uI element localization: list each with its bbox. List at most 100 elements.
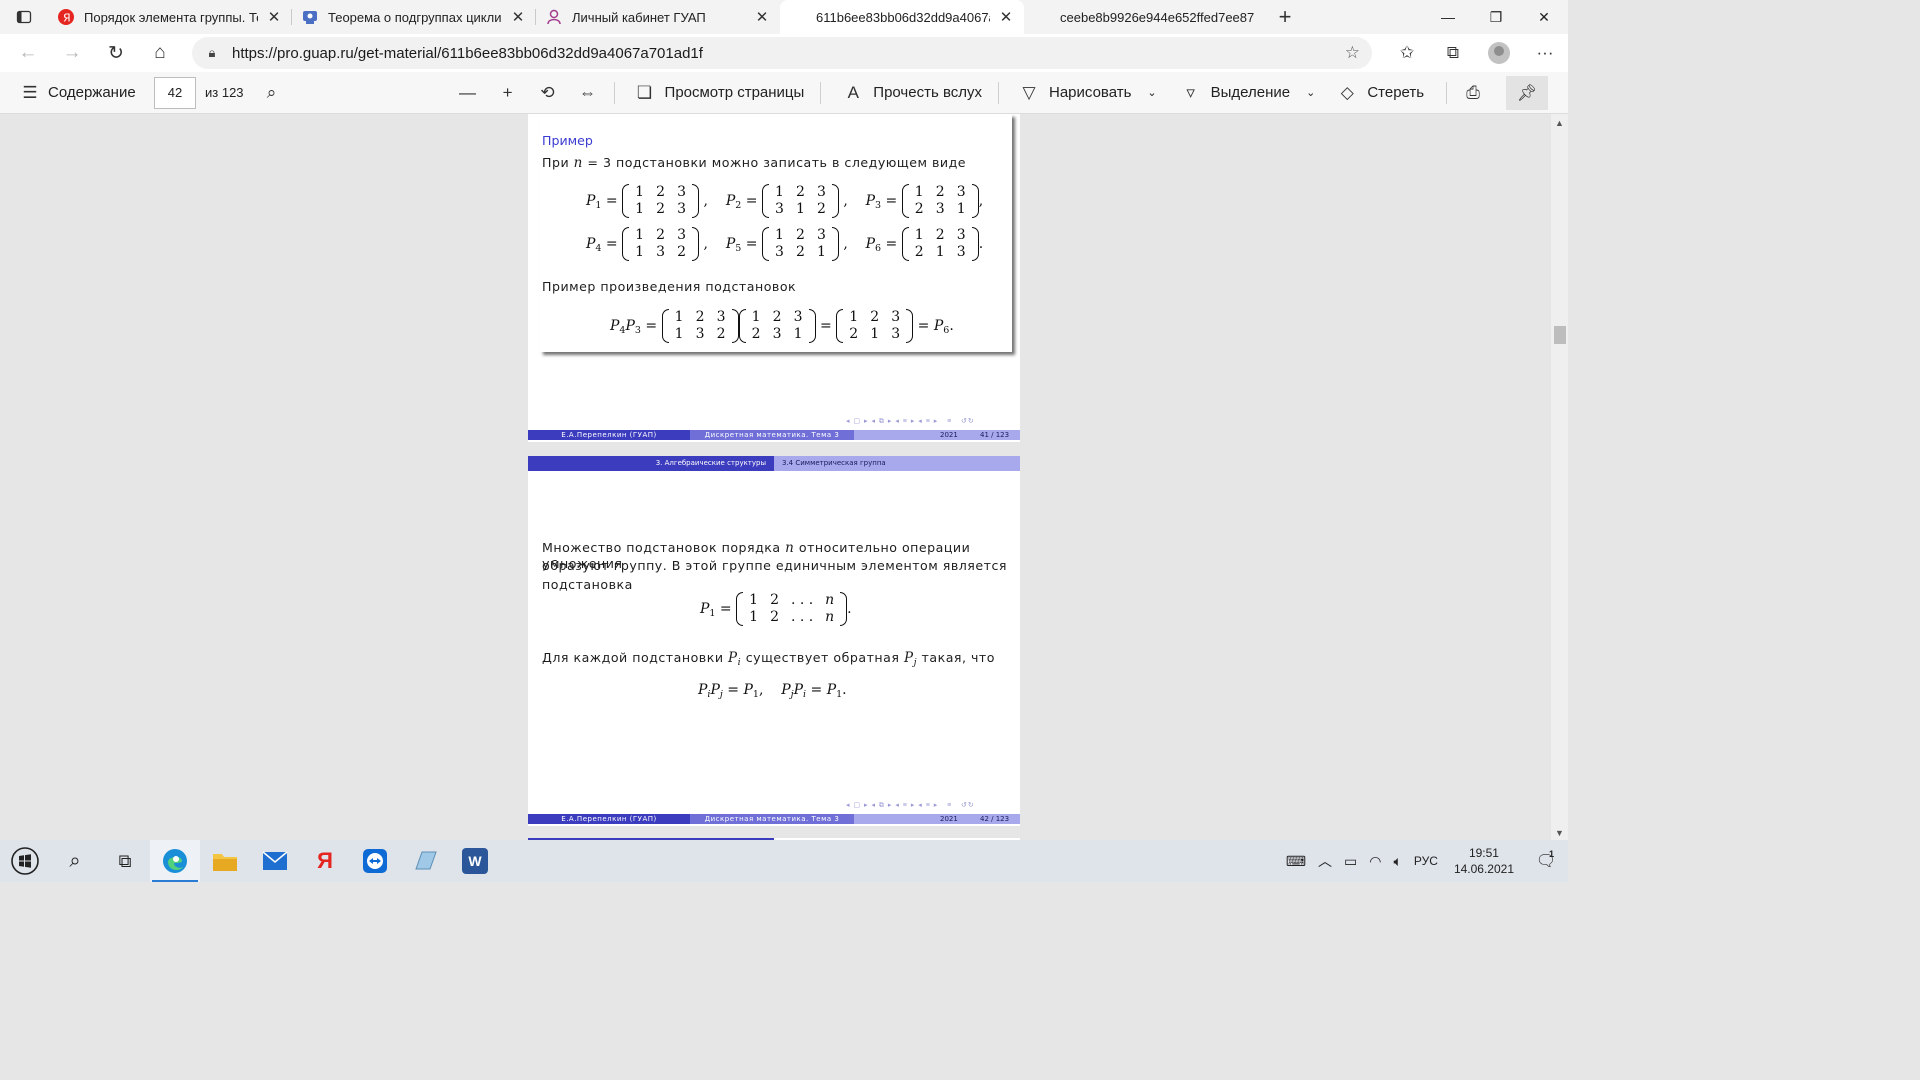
browser-tab-active[interactable]: 611b6ee83bb06d32dd9a4067a7 ✕	[780, 0, 1024, 34]
taskbar-mail[interactable]	[250, 840, 300, 882]
scroll-down-icon[interactable]: ▼	[1555, 828, 1564, 838]
scrollbar-thumb[interactable]	[1554, 326, 1566, 344]
beamer-nav-icons[interactable]: ◂ ▢ ▸ ◂ ⧉ ▸ ◂ ≡ ▸ ◂ ≡ ▸ ≡ ↺↻	[846, 801, 975, 810]
para1-line2: образуют группу. В этой группе единичным…	[542, 558, 1007, 573]
toolbar-divider	[1446, 81, 1448, 104]
toolbar-divider	[613, 81, 615, 104]
slide-footer: Е.А.Перепелкин (ГУАП) Дискретная математ…	[528, 814, 1020, 824]
search-taskbar-button[interactable]: ⌕	[50, 840, 100, 882]
close-tab-icon[interactable]: ✕	[998, 8, 1014, 26]
formula-identity: P1 = 12. . .n12. . .n.	[700, 592, 852, 626]
rotate-button[interactable]: ⟲	[536, 72, 560, 114]
task-view-icon: ⧉	[118, 850, 132, 871]
refresh-button[interactable]: ↻	[94, 36, 138, 70]
erase-button[interactable]: ◇ Стереть	[1335, 72, 1424, 114]
clock-time: 19:51	[1468, 846, 1499, 860]
close-window-button[interactable]: ✕	[1520, 0, 1568, 34]
volume-icon[interactable]: 🔈︎	[1388, 853, 1408, 870]
contents-label: Содержание	[48, 84, 136, 101]
add-favorite-icon[interactable]: ☆	[1345, 43, 1360, 63]
language-indicator[interactable]: РУС	[1408, 854, 1444, 868]
page-view-button[interactable]: ❏ Просмотр страницы	[633, 72, 804, 114]
wifi-icon[interactable]: ◠	[1363, 853, 1387, 870]
collections-icon: ⧉	[1446, 43, 1460, 62]
browser-right-buttons: ✩ ⧉ ···	[1384, 34, 1568, 72]
system-tray: ⌨ ︿ ▭ ◠ 🔈︎ РУС 19:51 14.06.2021 🗨︎ 1	[1280, 840, 1568, 882]
close-tab-icon[interactable]: ✕	[754, 8, 770, 26]
taskbar-file-explorer[interactable]	[200, 840, 250, 882]
browser-tab[interactable]: Личный кабинет ГУАП ✕	[536, 0, 780, 34]
taskbar-yandex[interactable]: Я	[300, 840, 350, 882]
browser-tab[interactable]: Теорема о подгруппах цикличе ✕	[292, 0, 536, 34]
intro-post: = 3 подстановки можно записать в следующ…	[587, 155, 967, 170]
footer-year: 2021	[940, 815, 958, 823]
clock[interactable]: 19:51 14.06.2021	[1444, 845, 1524, 877]
arrow-right-icon: →	[62, 42, 82, 63]
footer-author: Е.А.Перепелкин (ГУАП)	[528, 814, 690, 824]
close-tab-icon[interactable]: ✕	[266, 8, 282, 26]
vertical-scrollbar[interactable]: ▲ ▼	[1551, 114, 1568, 840]
svg-text:Я: Я	[63, 12, 71, 25]
lock-icon: 🔒︎	[208, 45, 216, 60]
print-button[interactable]: ⎙	[1461, 72, 1485, 114]
battery-icon[interactable]: ▭	[1338, 853, 1363, 870]
pdf-viewer[interactable]: Пример При n = 3 подстановки можно запис…	[0, 114, 1568, 840]
refresh-icon: ↻	[108, 42, 124, 64]
taskbar-word[interactable]: W	[450, 840, 500, 882]
intro-pre: При	[542, 155, 570, 170]
home-button[interactable]: ⌂	[138, 36, 182, 70]
read-aloud-button[interactable]: A Прочесть вслух	[841, 72, 982, 114]
formula-inverse: PiPj = P1, PjPi = P1.	[698, 682, 847, 700]
maximize-button[interactable]: ❐	[1472, 0, 1520, 34]
profile-button[interactable]	[1476, 36, 1522, 70]
minimize-button[interactable]: —	[1424, 0, 1472, 34]
page-view-icon: ❏	[636, 82, 653, 102]
tab-title: Личный кабинет ГУАП	[572, 9, 706, 25]
pin-toolbar-button[interactable]: 📌︎	[1506, 76, 1548, 110]
highlight-button[interactable]: ▿ Выделение ⌄	[1179, 72, 1315, 114]
fit-width-button[interactable]: ⇔	[576, 72, 600, 114]
taskbar-teamviewer[interactable]	[350, 840, 400, 882]
mail-icon	[262, 851, 288, 870]
browser-tab[interactable]: ceebe8b9926e944e652ffed7ee87	[1024, 0, 1268, 34]
para2: Для каждой подстановки Pi существует обр…	[542, 650, 995, 668]
favorites-button[interactable]: ✩	[1384, 36, 1430, 70]
address-row: ← → ↻ ⌂ 🔒︎ https://pro.guap.ru/get-mater…	[0, 34, 1568, 72]
beamer-nav-icons[interactable]: ◂ ▢ ▸ ◂ ⧉ ▸ ◂ ≡ ▸ ◂ ≡ ▸ ≡ ↺↻	[846, 417, 975, 426]
taskbar-app[interactable]	[400, 840, 450, 882]
tab-strip: Я Порядок элемента группы. Теор ✕ Теорем…	[0, 0, 1568, 34]
chevron-down-icon[interactable]: ⌄	[1147, 86, 1156, 99]
page-number-input[interactable]: 42	[154, 76, 196, 109]
new-tab-button[interactable]: +	[1268, 0, 1302, 34]
zoom-in-button[interactable]: +	[496, 72, 520, 114]
draw-button[interactable]: ▽ Нарисовать ⌄	[1017, 72, 1156, 114]
notification-button[interactable]: 🗨︎ 1	[1524, 849, 1568, 871]
pdf-toolbar: ☰ Содержание 42 из 123 ⌕ — + ⟲ ⇔ ❏ Просм…	[0, 72, 1568, 114]
chevron-up-icon[interactable]: ︿	[1312, 851, 1338, 871]
settings-menu-button[interactable]: ···	[1522, 36, 1568, 70]
browser-tab[interactable]: Я Порядок элемента группы. Теор ✕	[48, 0, 292, 34]
page-total: из 123	[205, 85, 244, 100]
plus-icon: +	[502, 82, 513, 102]
back-button[interactable]: ←	[6, 36, 50, 70]
footer-course: Дискретная математика. Тема 3	[690, 430, 854, 440]
address-bar[interactable]: 🔒︎ https://pro.guap.ru/get-material/611b…	[192, 37, 1372, 69]
formula-row-1: P1 = 123123 , P2 = 123312 , P3 = 123231,	[586, 184, 984, 218]
task-view-button[interactable]: ⧉	[100, 840, 150, 882]
symbol-pj: Pj	[903, 650, 918, 668]
search-button[interactable]: ⌕	[260, 72, 284, 114]
contents-button[interactable]: ☰ Содержание	[18, 72, 152, 114]
collections-button[interactable]: ⧉	[1430, 36, 1476, 70]
chevron-down-icon[interactable]: ⌄	[1306, 86, 1315, 99]
para2-a: Для каждой подстановки	[542, 650, 724, 665]
zoom-out-button[interactable]: —	[456, 72, 480, 114]
keyboard-icon[interactable]: ⌨	[1280, 853, 1312, 870]
taskbar-edge[interactable]	[150, 840, 200, 882]
scroll-up-icon[interactable]: ▲	[1555, 118, 1564, 128]
start-button[interactable]	[0, 840, 50, 882]
erase-label: Стереть	[1367, 84, 1425, 101]
forward-button[interactable]: →	[50, 36, 94, 70]
close-tab-icon[interactable]: ✕	[510, 8, 526, 26]
yandex-icon: Я	[58, 9, 74, 25]
tab-actions-button[interactable]	[0, 0, 48, 34]
